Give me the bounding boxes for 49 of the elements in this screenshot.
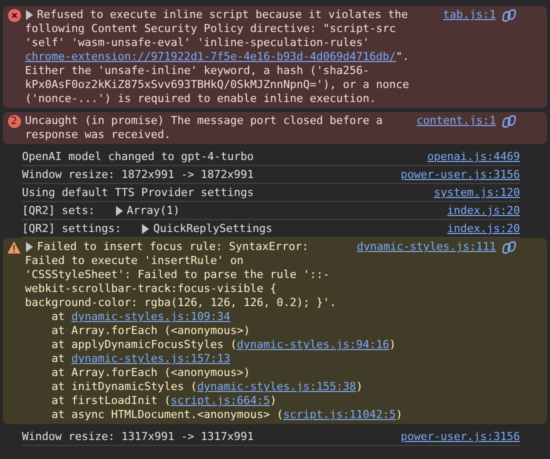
stack-frame-link[interactable]: script.js:664:5 (170, 394, 270, 407)
source-link[interactable]: content.js:1 (416, 114, 496, 128)
source-link[interactable]: power-user.js:3156 (400, 168, 520, 182)
expand-arrow-icon[interactable] (114, 206, 124, 216)
stack-frame-text: ) (356, 380, 363, 393)
source-link[interactable]: tab.js:1 (443, 8, 496, 22)
stack-frame-text: at (51, 310, 66, 323)
source-link[interactable]: index.js:20 (447, 204, 520, 218)
expand-arrow-icon[interactable] (25, 242, 34, 252)
object-preview[interactable]: QuickReplySettings (153, 222, 272, 235)
message-text: Uncaught (in promise) The message port closed before a response was received. (25, 114, 384, 142)
message-text: Using default TTS Provider settings (22, 186, 255, 200)
message-text: Failed to insert focus rule: SyntaxError: Failed to execute 'insertRule' on 'CSSStyleSheet': Failed to parse the rule '::-webkit-scrollbar-track:focus-visible { background-color: rgba(126, 126, 126, 0.2); }'. (25, 240, 338, 310)
error-count: 2 (8, 115, 20, 128)
assist-icon[interactable] (502, 114, 517, 128)
stack-frame-text: at firstLoadInit ( (51, 394, 171, 407)
source-link[interactable]: dynamic-styles.js:111 (356, 240, 496, 254)
stack-frame-text: at applyDynamicFocusStyles ( (51, 338, 237, 351)
warning-icon (7, 241, 21, 254)
message-text: [QR2] sets: (22, 204, 96, 217)
stack-frame-link[interactable]: dynamic-styles.js:94:16 (236, 338, 390, 351)
stack-frame-link[interactable]: dynamic-styles.js:157:13 (71, 352, 230, 365)
stack-frame-text: at (51, 352, 66, 365)
stack-frame-text: ) (270, 394, 277, 407)
stack-frame-text: ) (389, 338, 396, 351)
url-link[interactable]: chrome-extension://971922d1-7f5e-4e16-b93d-4d069d4716db/ (25, 50, 396, 63)
assist-icon[interactable] (502, 8, 517, 22)
stack-frame-link[interactable]: dynamic-styles.js:109:34 (71, 310, 230, 323)
expand-arrow-icon[interactable] (141, 224, 150, 234)
stack-frame-text: at Array.forEach (<anonymous>) (51, 366, 250, 379)
message-text: Window resize: 1317x991 -> 1317x991 (22, 430, 255, 444)
object-preview[interactable]: Array(1) (126, 204, 180, 217)
message-text: Window resize: 1872x991 -> 1872x991 (22, 168, 255, 182)
expand-arrow-icon[interactable] (25, 10, 34, 20)
stack-frame-text: ) (396, 408, 402, 421)
stack-frame-link[interactable]: dynamic-styles.js:155:38 (197, 380, 356, 393)
stack-frame-link[interactable]: script.js:11042:5 (283, 408, 396, 421)
source-link[interactable]: system.js:120 (434, 186, 520, 200)
stack-frame-text: at Array.forEach (<anonymous>) (51, 324, 250, 337)
source-link[interactable]: index.js:20 (447, 222, 520, 236)
stack-frame-text: at initDynamicStyles ( (51, 380, 198, 393)
source-link[interactable]: power-user.js:3156 (400, 430, 520, 444)
error-icon (8, 9, 20, 22)
stack-frame-text: at async HTMLDocument.<anonymous> ( (51, 408, 284, 421)
message-text: [QR2] settings: (22, 222, 122, 235)
assist-icon[interactable] (502, 240, 517, 254)
message-text: Refused to execute inline script because it violates the following Content Security Policy directive: "script-src 'self' 'wasm-unsafe-eval' 'inline-speculation-rules' chrome-extension://971922d1-7f5e-4e16-b93d-4d069d4716db/". Either the 'unsafe-inline' keyword, a hash ('sha256-kPx0AsF0oz2kKiZ875xSvv693TBHkQ/0SkMJZnnNpnQ='), or a nonce ('nonce-...') is required to enable inline execution. (25, 8, 410, 106)
source-link[interactable]: openai.js:4469 (427, 150, 520, 164)
message-text: OpenAI model changed to gpt-4-turbo (22, 150, 255, 164)
